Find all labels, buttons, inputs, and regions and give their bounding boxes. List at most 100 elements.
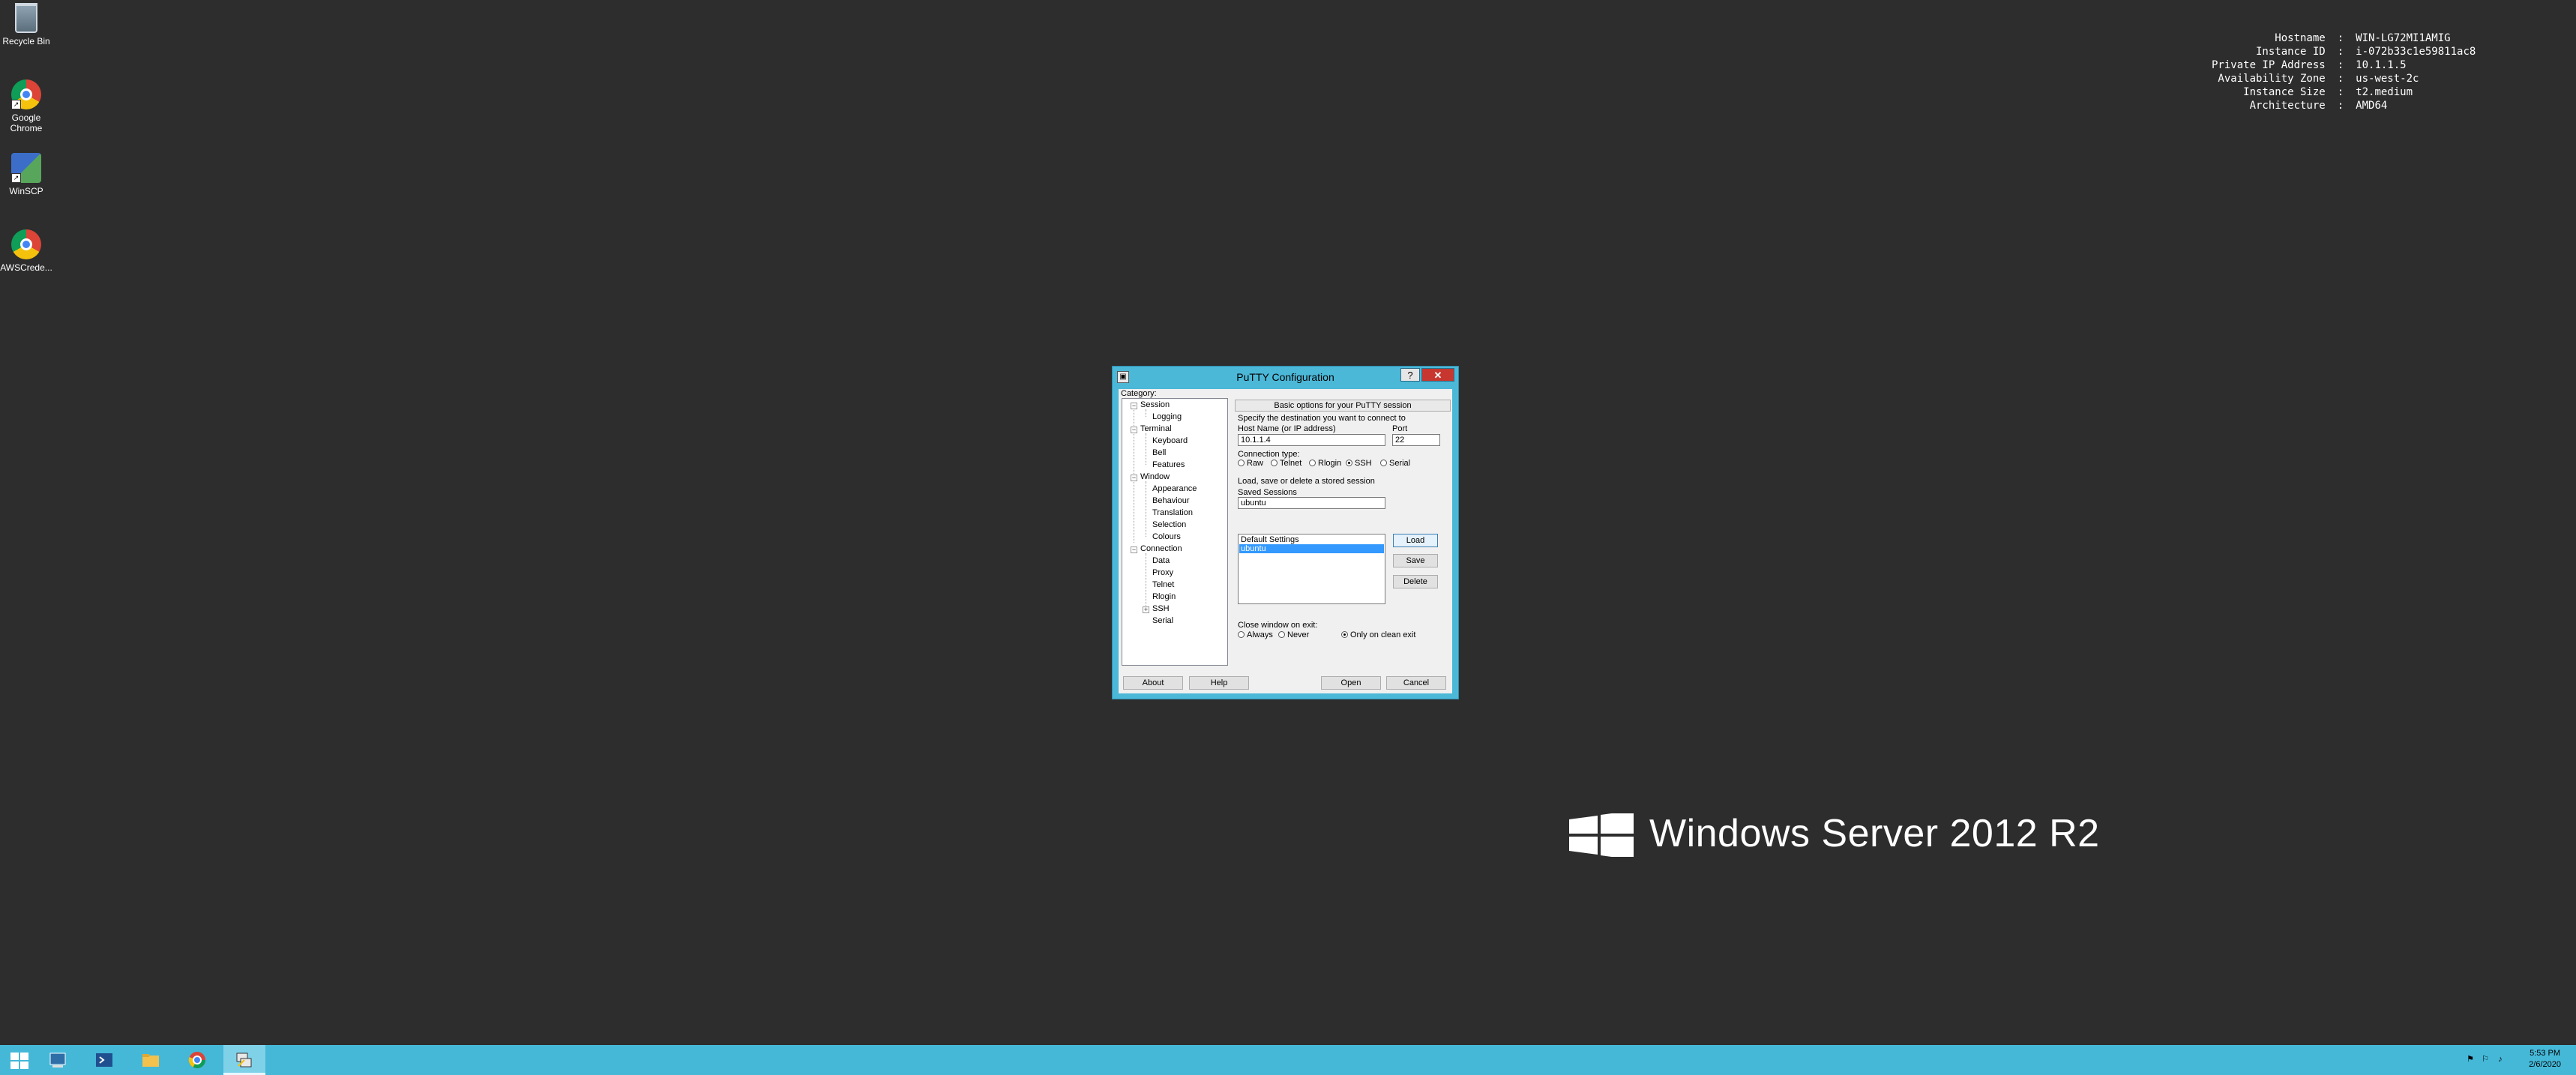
info-key: Availability Zone [2218, 73, 2326, 85]
context-help-button[interactable]: ? [1400, 368, 1420, 382]
tree-item-window[interactable]: Window [1140, 472, 1170, 481]
info-key: Hostname [2275, 32, 2326, 44]
load-button[interactable]: Load [1393, 534, 1438, 547]
tree-item-behaviour[interactable]: Behaviour [1152, 496, 1190, 505]
info-key: Instance Size [2243, 86, 2326, 98]
tree-expand-icon[interactable]: + [1143, 606, 1149, 613]
close-button[interactable]: ✕ [1421, 368, 1454, 382]
taskbar-clock[interactable]: 5:53 PM 2/6/2020 [2529, 1048, 2561, 1071]
radio-raw[interactable]: Raw [1238, 459, 1263, 468]
info-key: Architecture [2249, 100, 2326, 112]
tree-collapse-icon[interactable]: − [1131, 427, 1137, 433]
network-icon[interactable]: ⚑ [2465, 1054, 2476, 1065]
radio-label: Telnet [1280, 459, 1302, 468]
sessions-group-label: Load, save or delete a stored session [1238, 477, 1375, 486]
info-key: Instance ID [2256, 46, 2326, 58]
tree-item-bell[interactable]: Bell [1152, 448, 1166, 457]
tree-collapse-icon[interactable]: − [1131, 475, 1137, 481]
tree-item-keyboard[interactable]: Keyboard [1152, 436, 1188, 445]
tree-item-telnet[interactable]: Telnet [1152, 580, 1174, 589]
category-label: Category: [1121, 389, 1157, 398]
saved-session-input[interactable]: ubuntu [1238, 497, 1385, 509]
category-tree[interactable]: − Session Logging − Terminal Keyboard Be… [1122, 398, 1228, 666]
taskbar-putty[interactable] [223, 1045, 265, 1075]
tree-item-appearance[interactable]: Appearance [1152, 484, 1197, 493]
radio-dot [1271, 460, 1278, 466]
radio-only-on-clean-exit[interactable]: Only on clean exit [1341, 630, 1415, 639]
tree-item-ssh[interactable]: SSH [1152, 604, 1170, 613]
powershell-icon [96, 1053, 112, 1067]
radio-ssh[interactable]: SSH [1346, 459, 1372, 468]
taskbar-file-explorer[interactable] [130, 1045, 172, 1075]
windows-start-icon [10, 1053, 28, 1069]
tree-item-session[interactable]: Session [1140, 400, 1170, 409]
tree-item-data[interactable]: Data [1152, 556, 1170, 565]
tree-item-selection[interactable]: Selection [1152, 520, 1186, 529]
delete-button[interactable]: Delete [1393, 575, 1438, 588]
list-item-default-settings[interactable]: Default Settings [1239, 535, 1384, 544]
title-bar[interactable]: ▣ PuTTY Configuration ? ✕ [1113, 367, 1458, 386]
desktop-icon-awscredentials[interactable]: AWSCrede... [0, 229, 52, 273]
desktop-icon-label: AWSCrede... [0, 262, 52, 273]
action-center-icon[interactable]: ⚐ [2480, 1054, 2491, 1065]
save-button[interactable]: Save [1393, 554, 1438, 567]
start-button[interactable] [0, 1045, 42, 1075]
host-label: Host Name (or IP address) [1238, 424, 1336, 433]
tree-item-features[interactable]: Features [1152, 460, 1185, 469]
radio-telnet[interactable]: Telnet [1271, 459, 1301, 468]
taskbar: ⚑ ⚐ ♪ 5:53 PM 2/6/2020 [0, 1045, 2576, 1075]
recycle-bin-icon [15, 3, 37, 33]
radio-label: Only on clean exit [1350, 630, 1416, 639]
info-sep: : [2337, 46, 2344, 58]
port-input[interactable]: 22 [1392, 434, 1440, 446]
list-item-ubuntu[interactable]: ubuntu [1239, 544, 1384, 553]
open-button[interactable]: Open [1321, 676, 1381, 690]
tree-item-terminal[interactable]: Terminal [1140, 424, 1172, 433]
radio-dot-selected [1346, 460, 1352, 466]
tree-item-translation[interactable]: Translation [1152, 508, 1193, 517]
windows-server-brand: Windows Server 2012 R2 [1649, 812, 2100, 855]
host-name-input[interactable]: 10.1.1.4 [1238, 434, 1385, 446]
radio-label: Always [1247, 630, 1273, 639]
folder-icon [142, 1054, 159, 1067]
winscp-icon: ↗ [11, 153, 41, 183]
cancel-button[interactable]: Cancel [1386, 676, 1446, 690]
radio-always[interactable]: Always [1238, 630, 1273, 639]
desktop-icon-recycle-bin[interactable]: Recycle Bin [0, 3, 52, 46]
desktop-icon-google-chrome[interactable]: ↗ Google Chrome [0, 79, 52, 133]
taskbar-server-manager[interactable] [37, 1045, 79, 1075]
saved-sessions-list[interactable]: Default Settings ubuntu [1238, 534, 1385, 604]
info-sep: : [2337, 86, 2344, 98]
radio-never[interactable]: Never [1278, 630, 1309, 639]
info-value: 10.1.1.5 [2356, 59, 2407, 71]
info-value: WIN-LG72MI1AMIG [2356, 32, 2451, 44]
radio-dot [1238, 631, 1245, 638]
radio-rlogin[interactable]: Rlogin [1309, 459, 1341, 468]
tree-item-connection[interactable]: Connection [1140, 544, 1182, 553]
taskbar-powershell[interactable] [84, 1045, 126, 1075]
destination-label: Specify the destination you want to conn… [1238, 414, 1406, 423]
desktop-icon-winscp[interactable]: ↗ WinSCP [0, 153, 52, 196]
about-button[interactable]: About [1123, 676, 1183, 690]
volume-icon[interactable]: ♪ [2495, 1054, 2506, 1065]
info-value: AMD64 [2356, 100, 2388, 112]
tree-item-proxy[interactable]: Proxy [1152, 568, 1173, 577]
radio-label: Raw [1247, 459, 1264, 468]
info-key: Private IP Address [2212, 59, 2326, 71]
tree-item-serial[interactable]: Serial [1152, 616, 1173, 625]
tree-collapse-icon[interactable]: − [1131, 403, 1137, 409]
taskbar-chrome[interactable] [177, 1045, 219, 1075]
tree-item-logging[interactable]: Logging [1152, 412, 1182, 421]
radio-dot [1309, 460, 1316, 466]
desktop-icon-label: Google Chrome [10, 112, 43, 133]
port-label: Port [1392, 424, 1408, 433]
tree-item-rlogin[interactable]: Rlogin [1152, 592, 1176, 601]
radio-serial[interactable]: Serial [1380, 459, 1410, 468]
tree-item-colours[interactable]: Colours [1152, 532, 1181, 541]
radio-label: SSH [1355, 459, 1372, 468]
help-button[interactable]: Help [1189, 676, 1249, 690]
radio-dot [1238, 460, 1245, 466]
saved-sessions-label: Saved Sessions [1238, 488, 1297, 497]
radio-label: Rlogin [1318, 459, 1342, 468]
tree-collapse-icon[interactable]: − [1131, 546, 1137, 553]
